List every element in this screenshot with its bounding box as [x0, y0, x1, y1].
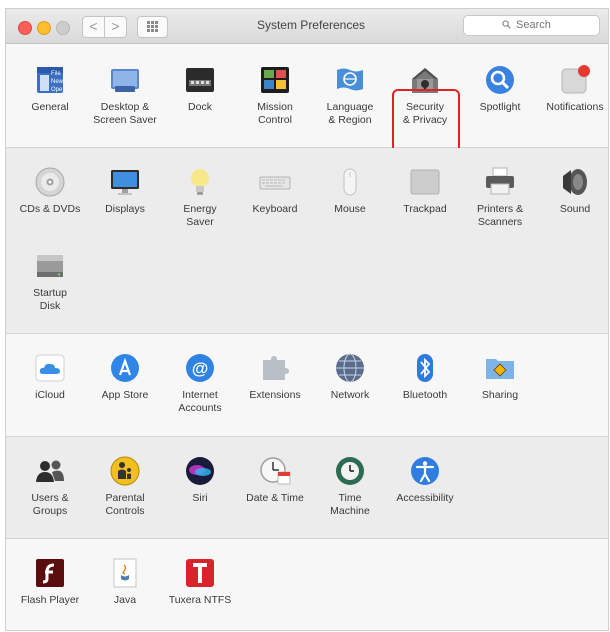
- flag-icon: [337, 68, 363, 91]
- disk-icon: [37, 255, 63, 277]
- svg-text:File: File: [51, 71, 61, 77]
- pane-label: Sharing: [481, 389, 519, 401]
- accessibility-icon: [411, 457, 439, 485]
- pane-label: Extensions: [249, 389, 301, 401]
- pane-label: App Store: [101, 389, 149, 401]
- disc-icon: [35, 167, 65, 197]
- globe-icon: [336, 353, 364, 383]
- trackpad-icon: [410, 169, 440, 195]
- pane-label: Language & Region: [326, 101, 374, 126]
- section-other: Flash Player Java Tuxera NTFS: [6, 539, 608, 630]
- pane-label: CDs & DVDs: [19, 203, 81, 215]
- forward-button[interactable]: >: [104, 16, 127, 38]
- pane-label: Siri: [192, 492, 208, 504]
- section-hardware: CDs & DVDs Displays Energy Saver Keyboar…: [6, 148, 608, 334]
- bulb-icon: [191, 169, 209, 195]
- svg-text:New: New: [51, 79, 64, 85]
- section-internet-wireless: iCloud App Store @ Internet Accounts Ext…: [6, 334, 608, 437]
- search-field[interactable]: [463, 15, 600, 36]
- sharing-folder-icon: [486, 359, 514, 379]
- flash-icon: [36, 559, 64, 587]
- pane-label: Java: [113, 594, 137, 606]
- title-bar: < > System Preferences: [6, 9, 608, 44]
- pane-label: Spotlight: [479, 101, 521, 113]
- pane-label: Sound: [559, 203, 591, 215]
- pane-label: Displays: [105, 203, 145, 215]
- parental-icon: [110, 456, 140, 486]
- mission-control-icon: [261, 67, 289, 93]
- puzzle-icon: [263, 356, 289, 380]
- pane-label: Bluetooth: [402, 389, 448, 401]
- pane-label: Mission Control: [257, 101, 293, 126]
- pane-label: Keyboard: [252, 203, 298, 215]
- section-system: Users & Groups Parental Controls Siri Da…: [6, 437, 608, 539]
- pane-label: Parental Controls: [105, 492, 145, 517]
- close-button[interactable]: [18, 21, 32, 35]
- svg-text:@: @: [192, 359, 209, 378]
- clock-calendar-icon: [260, 457, 291, 485]
- tuxera-icon: [186, 559, 214, 587]
- pane-label: Trackpad: [403, 203, 447, 215]
- pane-label: Date & Time: [246, 492, 304, 504]
- show-all-button[interactable]: [137, 16, 168, 38]
- pane-label: Internet Accounts: [178, 389, 222, 414]
- back-button[interactable]: <: [82, 16, 105, 38]
- java-icon: [113, 558, 137, 588]
- pane-label: Flash Player: [20, 594, 80, 606]
- pane-label: iCloud: [35, 389, 65, 401]
- cloud-icon: [35, 354, 65, 382]
- pane-label: Accessibility: [396, 492, 454, 504]
- speaker-icon: [563, 169, 587, 195]
- general-icon: File New Ope: [37, 67, 64, 93]
- users-icon: [36, 460, 64, 482]
- section-personal: File New Ope General Desktop & Screen Save…: [6, 44, 608, 175]
- zoom-button[interactable]: [56, 21, 70, 35]
- system-preferences-window: < > System Preferences File New Ope Genera…: [5, 8, 609, 631]
- bluetooth-icon: [417, 354, 433, 382]
- display-icon: [111, 170, 139, 195]
- svg-text:Ope: Ope: [51, 87, 63, 93]
- window-title: System Preferences: [256, 18, 366, 32]
- search-icon: [502, 20, 511, 29]
- pane-label: General: [31, 101, 69, 113]
- pane-label: Notifications: [546, 101, 604, 113]
- pane-label: Time Machine: [330, 492, 370, 517]
- pane-label: Desktop & Screen Saver: [93, 101, 157, 126]
- time-machine-icon: [336, 457, 364, 485]
- pane-label: Startup Disk: [33, 287, 67, 312]
- desktop-icon: [111, 69, 139, 92]
- mouse-icon: [343, 168, 357, 196]
- dock-icon: [186, 68, 214, 92]
- pane-label: Dock: [188, 101, 212, 113]
- pane-label: Printers & Scanners: [476, 203, 524, 228]
- app-store-icon: [111, 354, 139, 382]
- search-input[interactable]: [516, 19, 596, 31]
- pane-label: Users & Groups: [31, 492, 69, 517]
- printer-icon: [486, 167, 514, 195]
- siri-icon: [186, 457, 214, 485]
- keyboard-icon: [259, 176, 291, 190]
- pane-label: Tuxera NTFS: [168, 594, 232, 606]
- pane-label: Network: [330, 389, 370, 401]
- minimize-button[interactable]: [37, 21, 51, 35]
- magnifier-icon: [486, 66, 514, 94]
- pane-label: Energy Saver: [183, 203, 217, 228]
- pane-label: Mouse: [334, 203, 366, 215]
- at-icon: @: [186, 354, 214, 382]
- notifications-icon: [561, 65, 590, 94]
